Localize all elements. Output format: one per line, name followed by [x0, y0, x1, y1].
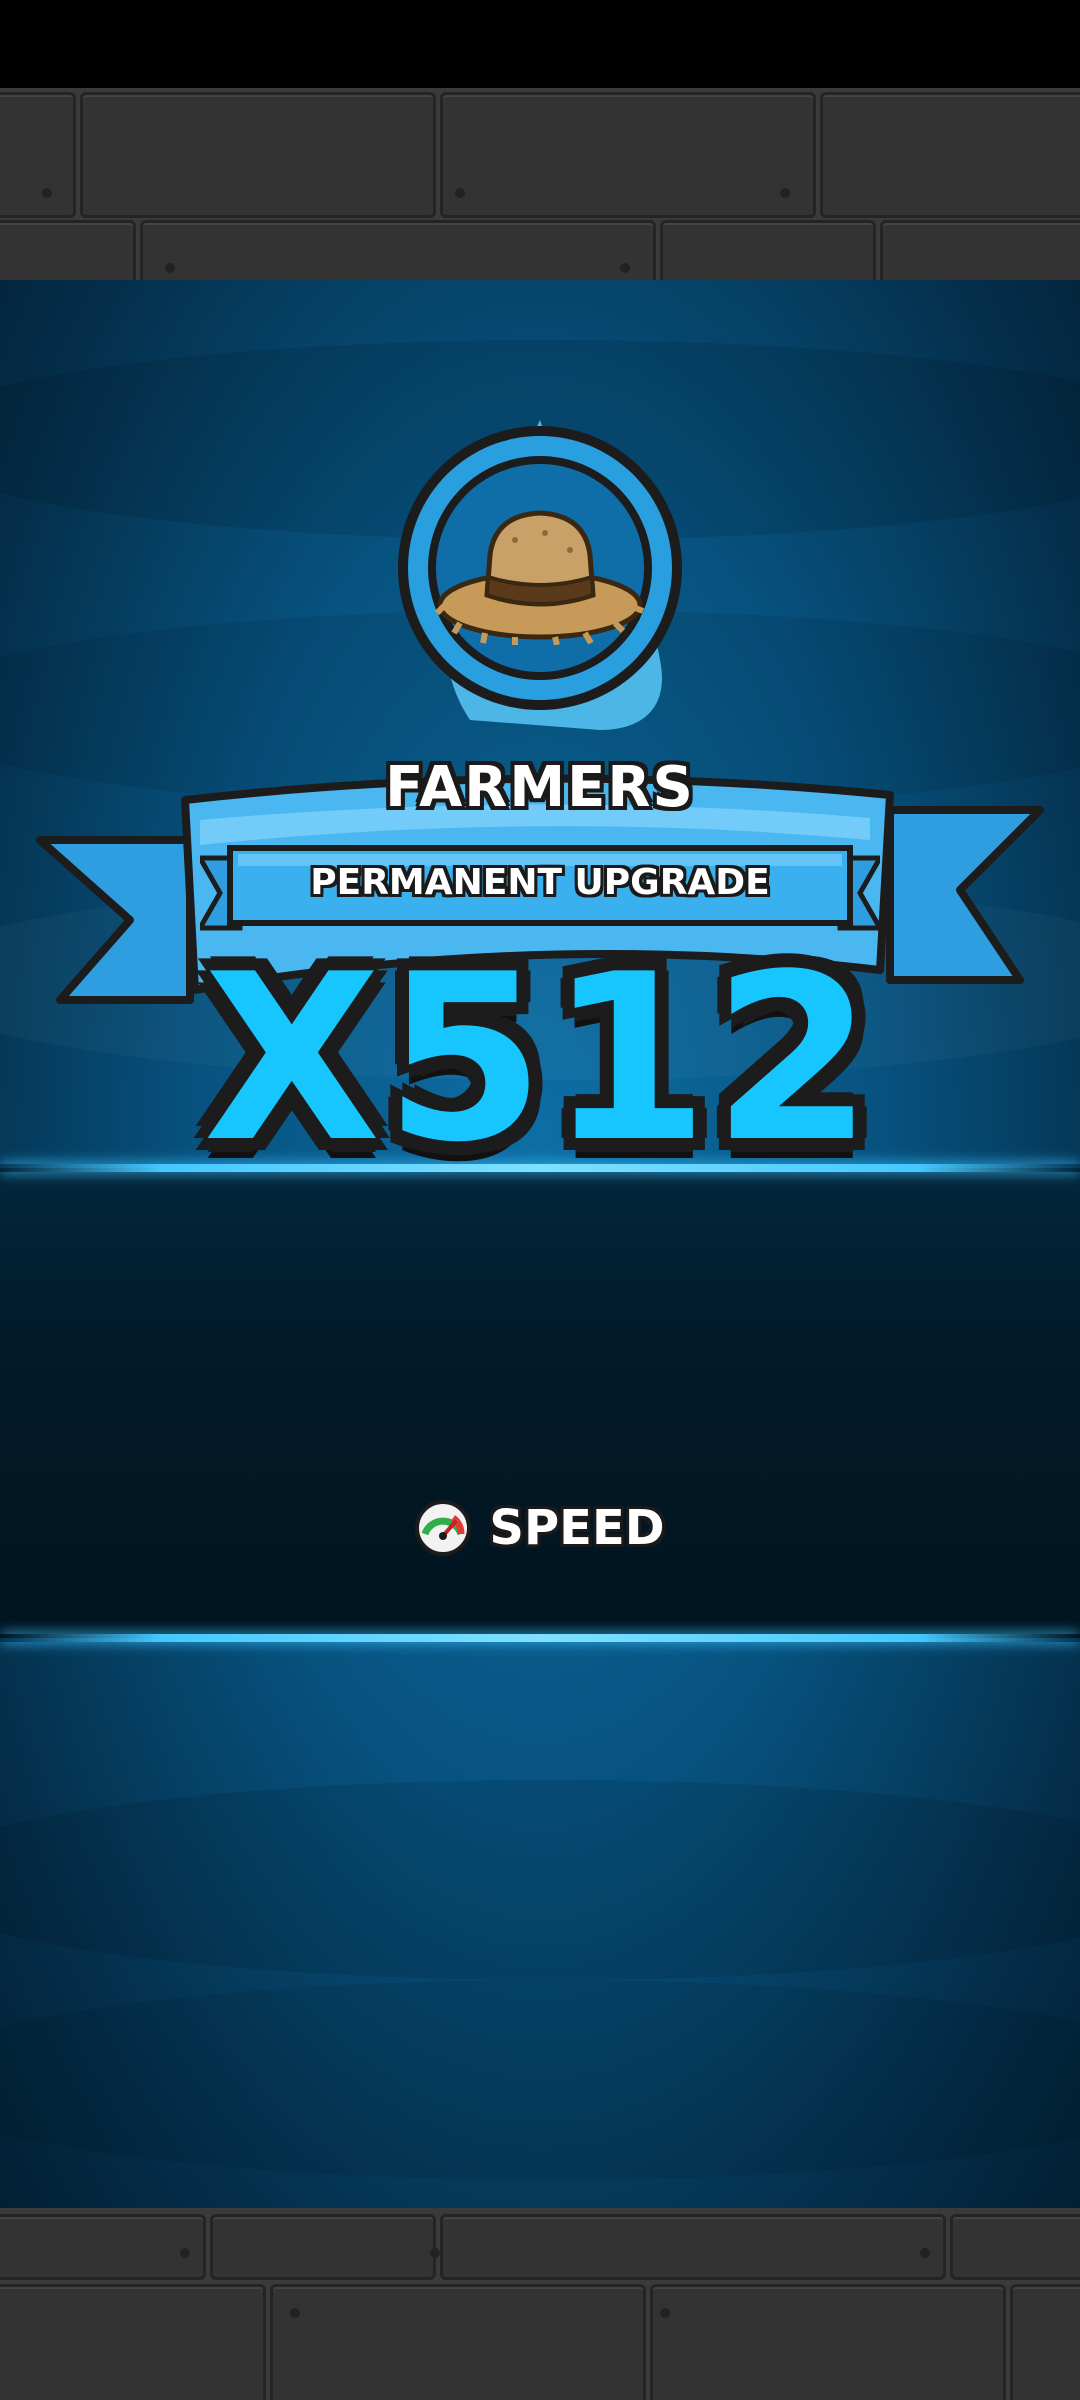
straw-hat-icon — [435, 510, 645, 645]
stone-wall-bottom — [0, 2208, 1080, 2400]
upgrade-banner-label: PERMANENT UPGRADE — [310, 862, 770, 903]
stat-row: SPEED — [0, 1500, 1080, 1556]
glow-line-bottom — [0, 1634, 1080, 1642]
multiplier-value: X512 — [203, 926, 877, 1193]
speedometer-icon — [415, 1500, 472, 1556]
stat-label: SPEED — [489, 1500, 665, 1556]
upgrade-title: FARMERS — [385, 755, 695, 820]
dark-band — [0, 1168, 1080, 1638]
stone-wall-top — [0, 88, 1080, 280]
status-bar — [0, 0, 1080, 88]
